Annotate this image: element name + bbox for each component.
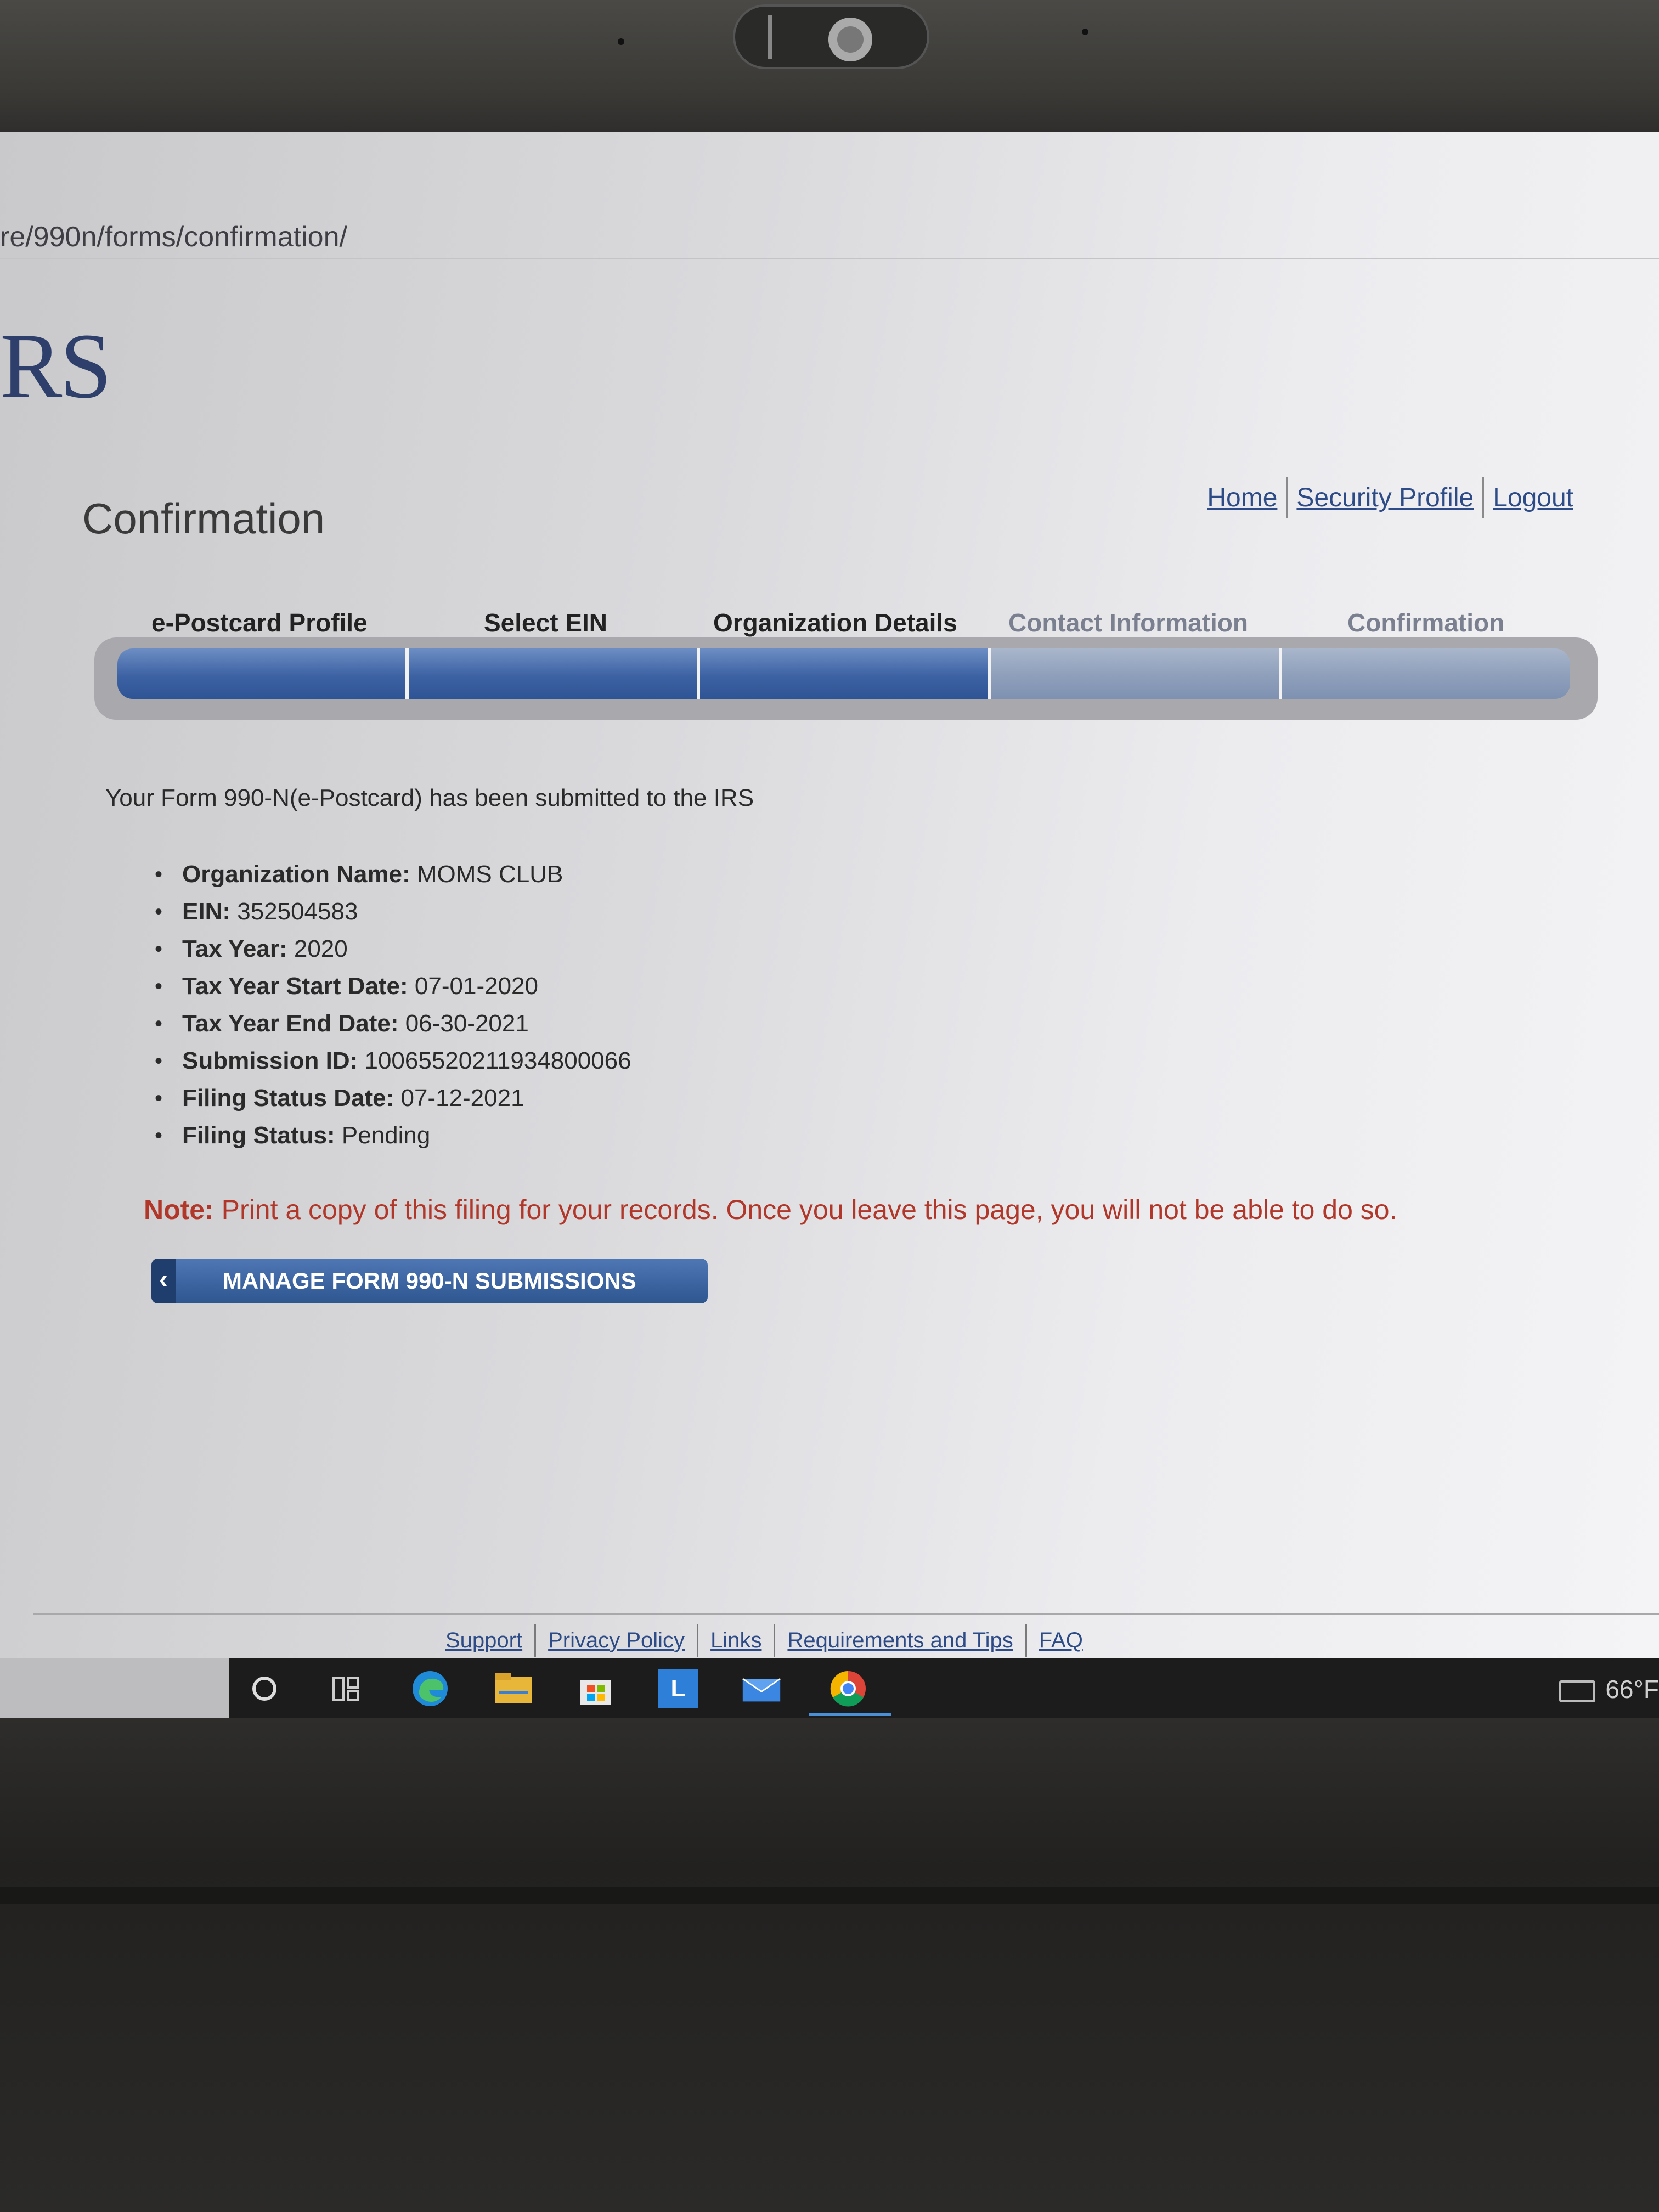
webcam-shutter	[768, 15, 772, 59]
footer-divider	[33, 1613, 1659, 1615]
support-link[interactable]: Support	[433, 1628, 534, 1653]
search-icon[interactable]	[245, 1669, 284, 1708]
list-item: Tax Year End Date: 06-30-2021	[155, 1005, 631, 1042]
detail-label: Tax Year End Date:	[182, 1010, 399, 1037]
manage-submissions-button[interactable]: ‹ MANAGE FORM 990-N SUBMISSIONS	[151, 1259, 708, 1304]
laptop-bezel-top	[0, 0, 1659, 132]
chrome-icon[interactable]	[828, 1669, 868, 1708]
detail-value: 07-01-2020	[408, 973, 538, 1000]
list-item: Tax Year Start Date: 07-01-2020	[155, 968, 631, 1005]
active-app-indicator	[809, 1713, 891, 1716]
detail-value: 2020	[287, 935, 348, 962]
top-navigation: Home Security Profile Logout	[1198, 477, 1582, 518]
filing-details-list: Organization Name: MOMS CLUB EIN: 352504…	[155, 856, 631, 1154]
step-label-confirmation: Confirmation	[1347, 608, 1505, 637]
progress-bar	[117, 648, 1570, 699]
laptop-hinge	[0, 1887, 1659, 1904]
address-bar[interactable]: re/990n/forms/confirmation/	[0, 214, 1659, 259]
windows-taskbar: L 66°F	[0, 1658, 1659, 1718]
progress-segment	[1282, 648, 1570, 699]
chevron-left-icon: ‹	[151, 1259, 176, 1304]
news-icon	[1559, 1680, 1596, 1702]
detail-value: 10065520211934800066	[358, 1047, 631, 1074]
page-title: Confirmation	[82, 494, 325, 543]
laptop-body	[0, 1718, 1659, 2212]
note-label: Note:	[144, 1194, 214, 1225]
footer-navigation: Support Privacy Policy Links Requirement…	[433, 1624, 1095, 1657]
note-text: Print a copy of this filing for your rec…	[213, 1194, 1397, 1225]
step-label-epostcard-profile: e-Postcard Profile	[151, 608, 368, 637]
security-profile-link[interactable]: Security Profile	[1288, 483, 1482, 513]
store-icon[interactable]	[576, 1669, 616, 1708]
webcam-icon	[733, 4, 929, 69]
weather-temperature: 66°F	[1605, 1675, 1659, 1703]
list-item: Filing Status Date: 07-12-2021	[155, 1080, 631, 1117]
home-link[interactable]: Home	[1198, 483, 1286, 513]
requirements-and-tips-link[interactable]: Requirements and Tips	[775, 1628, 1025, 1653]
irs-logo[interactable]: RS	[0, 313, 112, 420]
list-item: Submission ID: 10065520211934800066	[155, 1042, 631, 1080]
l-app-icon[interactable]: L	[658, 1669, 698, 1708]
print-note: Note: Print a copy of this filing for yo…	[144, 1194, 1397, 1226]
step-label-select-ein: Select EIN	[484, 608, 607, 637]
detail-value: Pending	[335, 1122, 431, 1149]
detail-label: Tax Year Start Date:	[182, 973, 408, 1000]
detail-value: MOMS CLUB	[410, 861, 563, 888]
taskbar-edge	[0, 1658, 229, 1718]
url-text[interactable]: re/990n/forms/confirmation/	[0, 221, 347, 253]
bezel-sensor	[1082, 29, 1088, 35]
step-label-organization-details: Organization Details	[713, 608, 957, 637]
task-view-icon[interactable]	[326, 1669, 365, 1708]
submission-message: Your Form 990-N(e-Postcard) has been sub…	[105, 785, 754, 811]
list-item: EIN: 352504583	[155, 893, 631, 930]
edge-icon[interactable]	[410, 1669, 450, 1708]
bezel-sensor	[618, 38, 624, 45]
detail-label: Tax Year:	[182, 935, 287, 962]
progress-segment	[699, 648, 991, 699]
file-explorer-icon[interactable]	[494, 1669, 533, 1708]
step-label-contact-information: Contact Information	[1008, 608, 1248, 637]
progress-segment	[991, 648, 1283, 699]
detail-value: 07-12-2021	[394, 1085, 524, 1111]
progress-segment	[408, 648, 700, 699]
list-item: Organization Name: MOMS CLUB	[155, 856, 631, 893]
weather-widget[interactable]: 66°F	[1559, 1674, 1659, 1704]
detail-value: 06-30-2021	[398, 1010, 529, 1037]
mail-icon[interactable]	[742, 1669, 781, 1708]
detail-label: Filing Status:	[182, 1122, 335, 1149]
webcam-lens	[828, 18, 872, 61]
detail-label: Organization Name:	[182, 861, 410, 888]
list-item: Tax Year: 2020	[155, 930, 631, 968]
l-app-letter: L	[670, 1675, 686, 1702]
privacy-policy-link[interactable]: Privacy Policy	[536, 1628, 697, 1653]
faq-link[interactable]: FAQ	[1027, 1628, 1095, 1653]
detail-label: EIN:	[182, 898, 230, 925]
logout-link[interactable]: Logout	[1484, 483, 1582, 513]
detail-value: 352504583	[230, 898, 358, 925]
list-item: Filing Status: Pending	[155, 1117, 631, 1154]
button-label: MANAGE FORM 990-N SUBMISSIONS	[223, 1268, 636, 1294]
links-link[interactable]: Links	[698, 1628, 774, 1653]
detail-label: Submission ID:	[182, 1047, 358, 1074]
progress-segment	[117, 648, 409, 699]
detail-label: Filing Status Date:	[182, 1085, 394, 1111]
